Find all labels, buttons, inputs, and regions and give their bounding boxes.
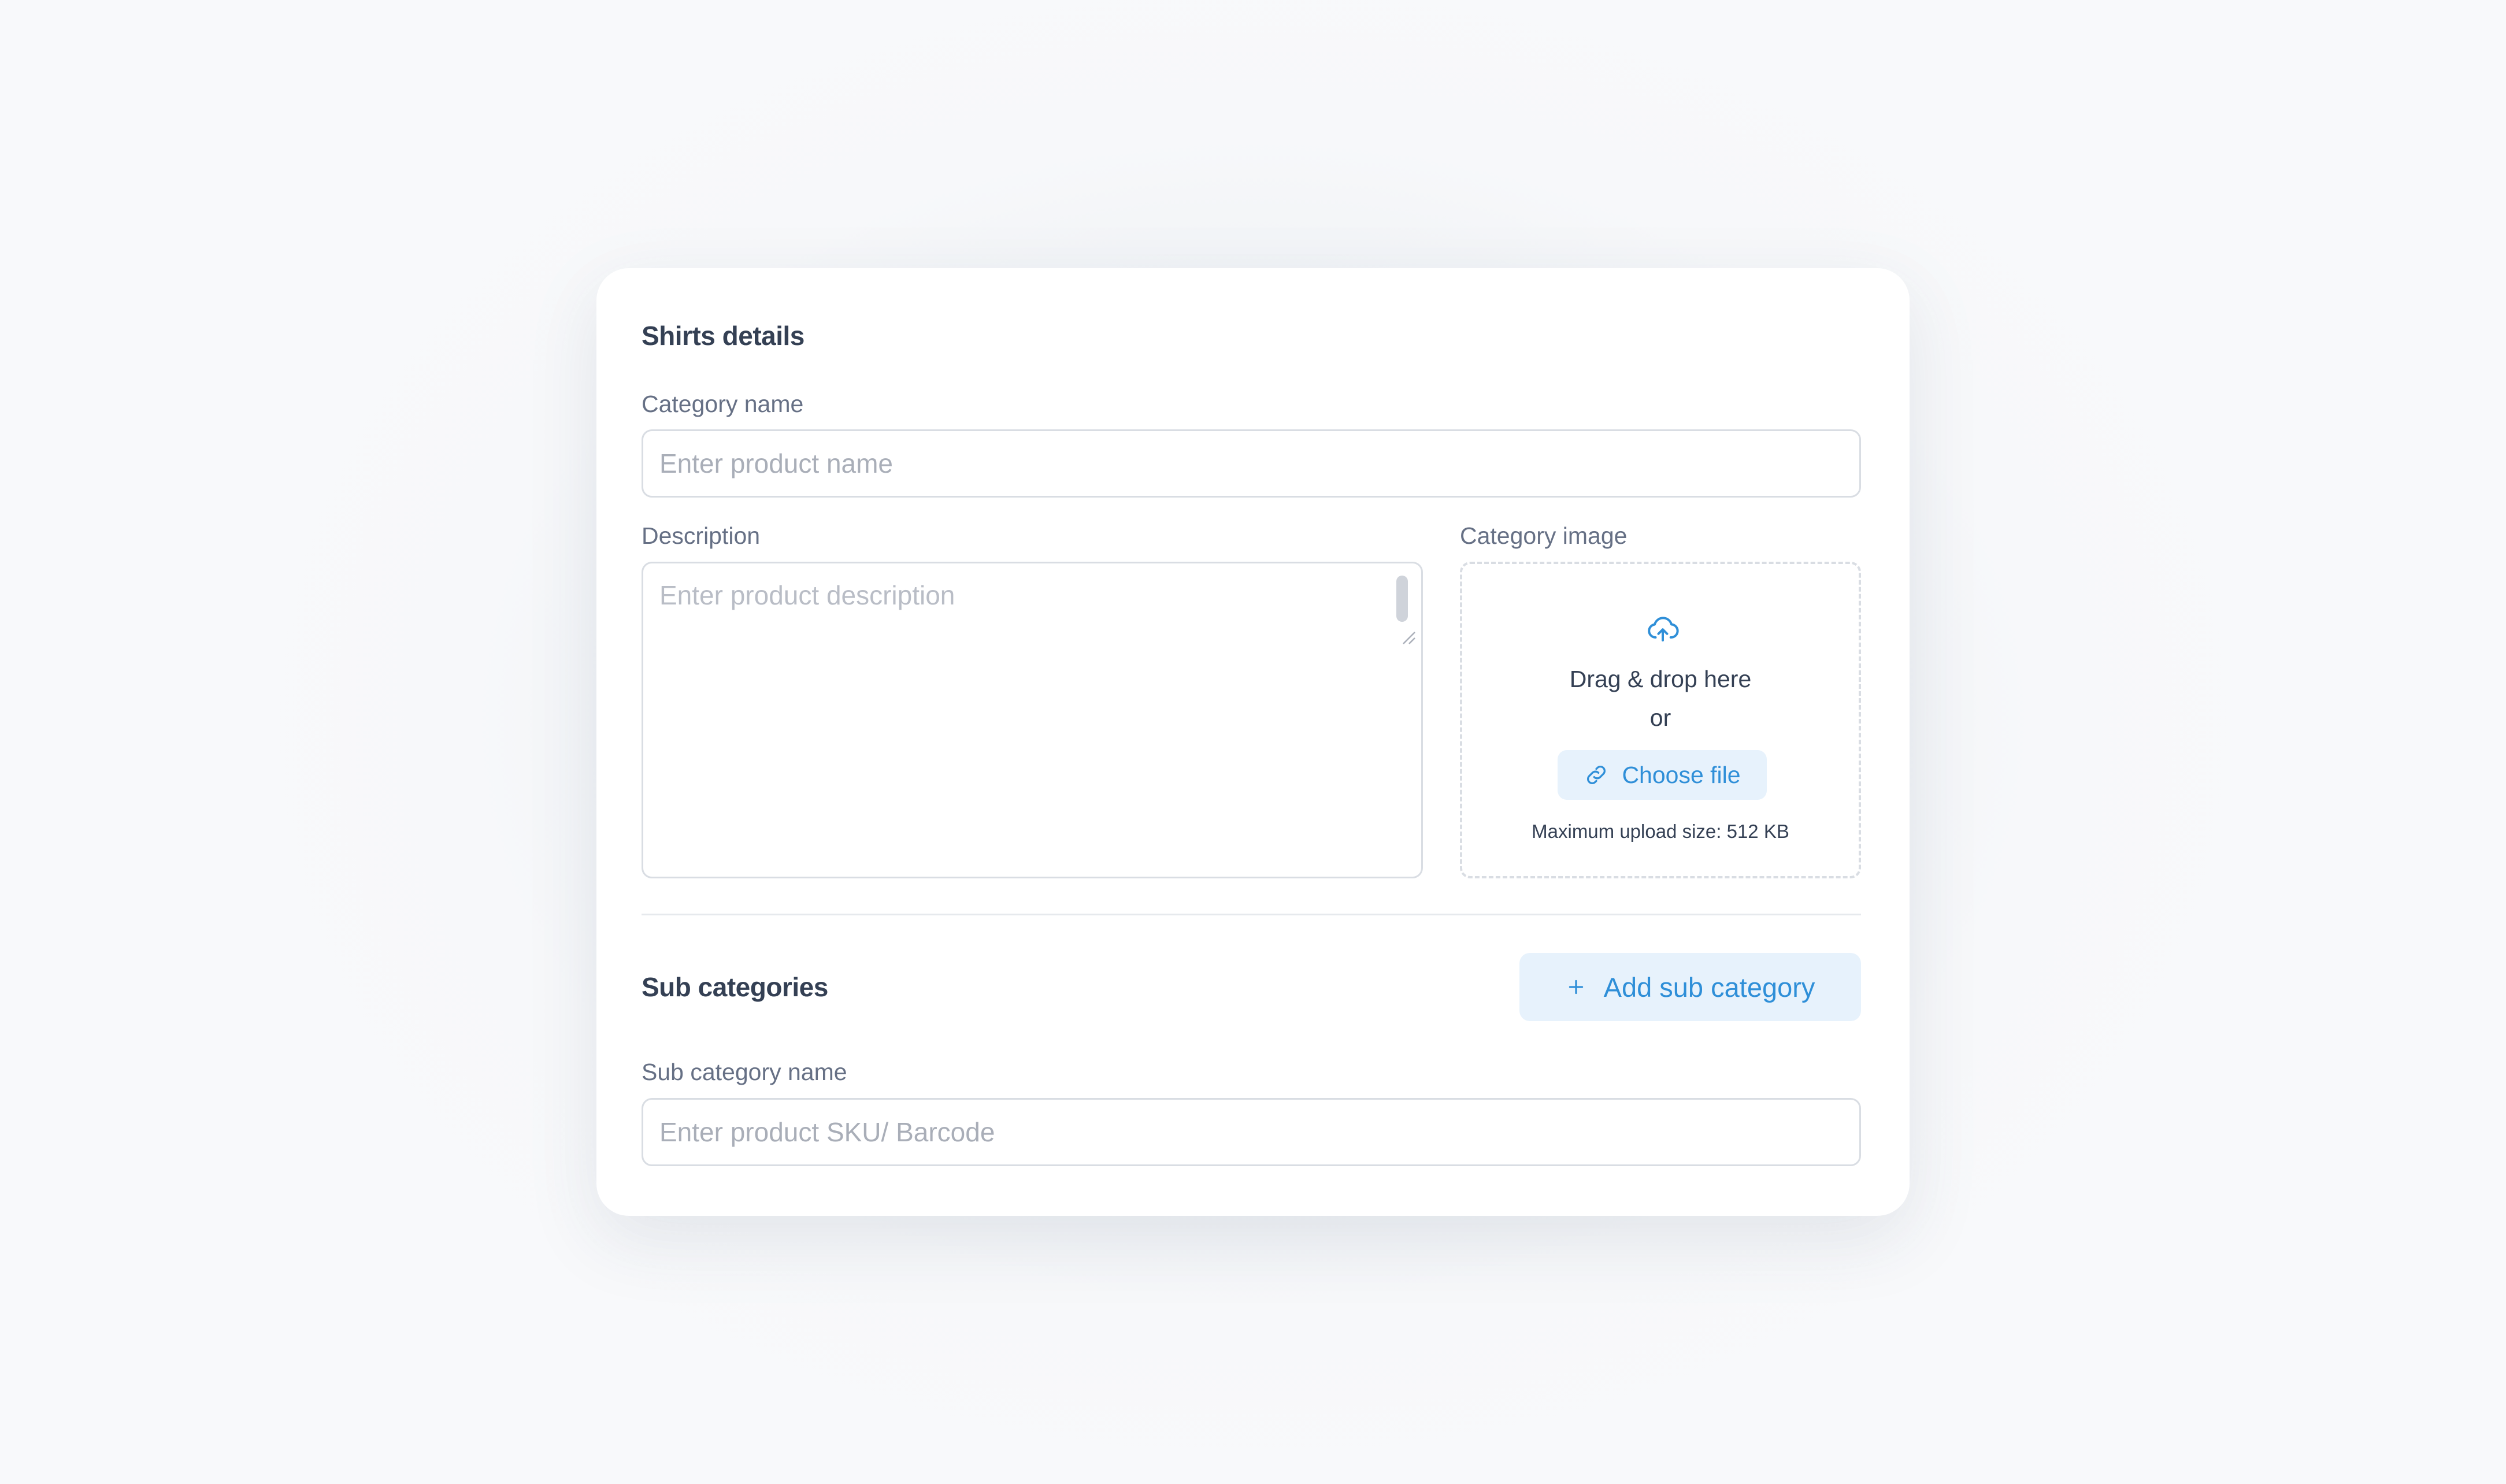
description-label: Description bbox=[642, 522, 761, 549]
sub-category-name-input[interactable] bbox=[642, 1098, 1861, 1166]
plus-icon bbox=[1569, 980, 1583, 995]
image-dropzone[interactable]: Drag & drop here or Choose file Maximum … bbox=[1460, 562, 1861, 878]
sub-category-name-label: Sub category name bbox=[642, 1059, 847, 1085]
choose-file-label: Choose file bbox=[1622, 761, 1741, 788]
link-icon bbox=[1587, 766, 1606, 784]
category-name-label: Category name bbox=[642, 391, 804, 417]
cloud-upload-icon bbox=[1648, 617, 1679, 641]
description-scrollbar[interactable] bbox=[1396, 576, 1408, 622]
add-sub-category-label: Add sub category bbox=[1603, 971, 1815, 1003]
max-upload-size-text: Maximum upload size: 512 KB bbox=[1532, 821, 1789, 842]
add-sub-category-button[interactable]: Add sub category bbox=[1519, 953, 1861, 1021]
section-title-sub-categories: Sub categories bbox=[642, 972, 828, 1002]
description-textarea[interactable] bbox=[642, 562, 1423, 878]
category-image-label: Category image bbox=[1460, 522, 1628, 549]
section-title-details: Shirts details bbox=[642, 321, 805, 351]
drag-drop-text: Drag & drop here bbox=[1569, 666, 1752, 692]
resize-grip-icon[interactable] bbox=[1400, 629, 1416, 645]
category-name-input[interactable] bbox=[642, 429, 1861, 498]
description-field bbox=[642, 562, 1423, 878]
section-divider bbox=[642, 914, 1861, 915]
choose-file-button[interactable]: Choose file bbox=[1558, 750, 1767, 800]
or-text: or bbox=[1649, 704, 1671, 731]
category-details-card: Shirts details Category name Description… bbox=[596, 268, 1910, 1216]
